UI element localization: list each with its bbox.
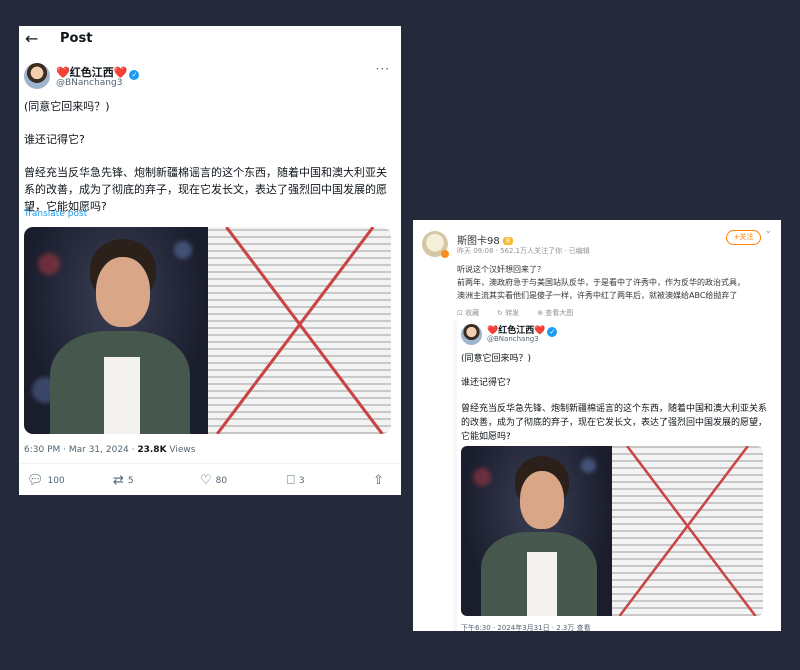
chevron-down-icon[interactable]: ⌄ — [764, 226, 772, 236]
post-text-body: 曾经充当反华急先锋、炮制新疆棉谣言的这个东西，随着中国和澳大利亚关系的改善，成为… — [461, 404, 768, 442]
crossed-out-document — [207, 227, 391, 434]
post-header: ← Post — [19, 26, 401, 56]
post-text-line: 谁还记得它? — [24, 133, 85, 146]
image-actions: ⊡ 收藏 ↻ 转发 ⊕ 查看大图 — [457, 308, 573, 318]
woman-photo — [461, 446, 612, 616]
avatar[interactable] — [24, 63, 50, 89]
repost-icon: ⇄ — [113, 473, 124, 488]
repost-button[interactable]: ↻ 转发 — [497, 308, 519, 318]
post-text-body: 曾经充当反华急先锋、炮制新疆棉谣言的这个东西，随着中国和澳大利亚关系的改善，成为… — [24, 166, 387, 213]
favorite-button[interactable]: ⊡ 收藏 — [457, 308, 479, 318]
woman-photo — [24, 227, 208, 434]
verified-badge-icon: ✓ — [129, 70, 140, 80]
post-text-line: 前两年，澳政府急于与美国站队反华，于是看中了许秀中，作为反华的政治式具， — [457, 278, 745, 287]
post-text-line: 澳洲主流其实看他们是傻子一样，许秀中红了两年后，就被澳媒给ABC给抛弃了 — [457, 291, 738, 300]
verified-badge-icon — [441, 250, 449, 258]
post-timestamp: 下午6:30 · 2024年3月31日 · 2.3万 查看 — [461, 624, 591, 631]
bookmark-icon: ⎕ — [287, 473, 295, 488]
verified-badge-icon: ✓ — [547, 327, 558, 337]
embedded-x-post[interactable]: ❤️红色江西❤️ ✓ @BNanchang3 (同意它回来吗？) 谁还记得它? 曾… — [457, 320, 773, 631]
action-bar: 💬︎ 100 ⇄ 5 ♡ 80 ⎕ 3 ⇧ — [19, 463, 401, 495]
post-text-line: (同意它回来吗？) — [461, 354, 532, 364]
post-text-line: (同意它回来吗？) — [24, 100, 110, 113]
post-meta: 昨天 09:08 · 562.1万人关注了你 · 已编辑 — [457, 247, 590, 255]
reply-button[interactable]: 💬︎ 100 — [27, 473, 65, 488]
share-button[interactable]: ⇧ — [373, 473, 384, 488]
author-name[interactable]: 斯图卡98 8 — [457, 232, 514, 247]
post-timestamp: 6:30 PM · Mar 31, 2024 · 23.8K Views — [24, 445, 196, 455]
quoted-post: ❤️红色江西❤️ ✓ @BNanchang3 (同意它回来吗？) 谁还记得它? 曾… — [453, 320, 773, 631]
crossed-out-document — [612, 446, 763, 616]
view-image-button[interactable]: ⊕ 查看大图 — [537, 308, 573, 318]
weibo-post-screenshot: 斯图卡98 8 昨天 09:08 · 562.1万人关注了你 · 已编辑 +关注 … — [413, 220, 781, 631]
author-handle[interactable]: @BNanchang3 — [56, 78, 122, 88]
bookmark-button[interactable]: ⎕ 3 — [287, 473, 305, 488]
author-handle: @BNanchang3 — [487, 335, 539, 343]
repost-button[interactable]: ⇄ 5 — [113, 473, 134, 488]
translate-post-link[interactable]: Translate post — [24, 209, 87, 219]
heart-icon: ♡ — [200, 473, 212, 488]
back-arrow-icon[interactable]: ← — [25, 30, 38, 48]
vip-badge: 8 — [502, 237, 514, 245]
follow-button[interactable]: +关注 — [726, 230, 761, 245]
page-title: Post — [60, 31, 93, 46]
post-image — [461, 446, 763, 616]
like-button[interactable]: ♡ 80 — [200, 473, 227, 488]
x-post-screenshot: ← Post ❤️红色江西❤️ ✓ @BNanchang3 ··· (同意它回来吗… — [19, 26, 401, 495]
share-icon: ⇧ — [373, 473, 384, 488]
avatar — [461, 324, 482, 345]
post-text-line: 听说这个汉奸想回来了？ — [457, 265, 545, 274]
reply-icon: 💬︎ — [27, 473, 44, 488]
post-image[interactable] — [24, 227, 391, 434]
more-options-icon[interactable]: ··· — [376, 62, 390, 76]
post-text-line: 谁还记得它? — [461, 378, 511, 388]
